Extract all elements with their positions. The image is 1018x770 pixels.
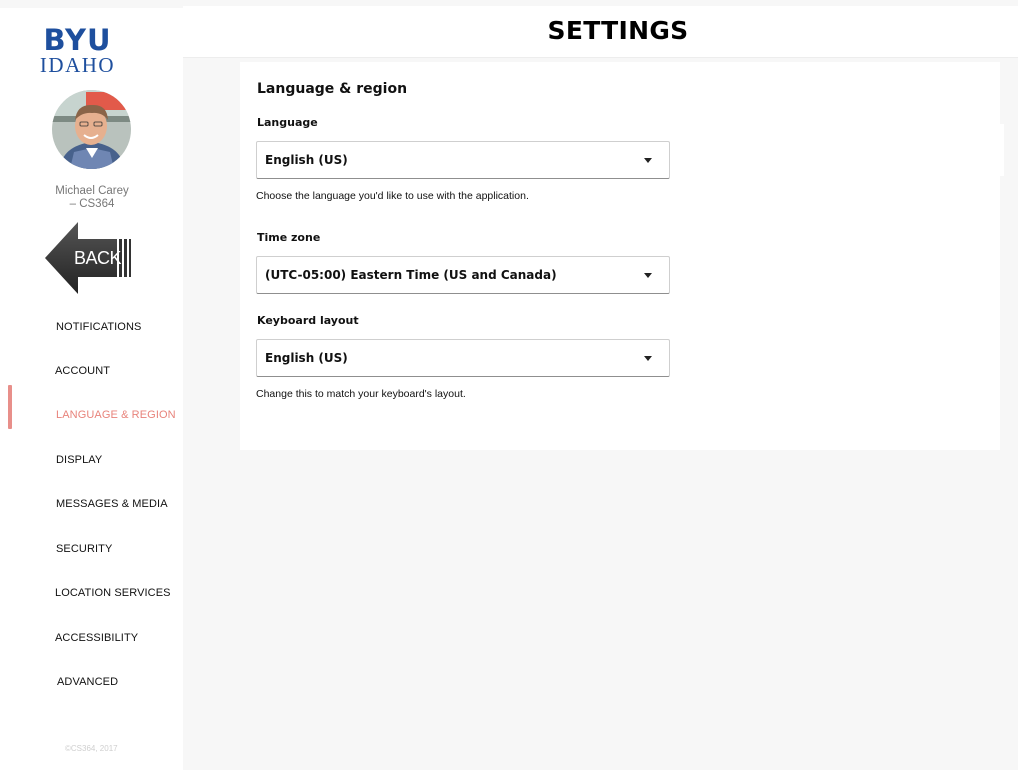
sidebar-item-security[interactable]: SECURITY [56, 543, 112, 555]
sidebar: BYU IDAHO Michael Carey – CS364 BACK ©CS… [0, 8, 183, 770]
chevron-down-icon [644, 158, 652, 163]
footer-copyright: ©CS364, 2017 [65, 744, 118, 753]
avatar [52, 90, 131, 169]
back-button[interactable]: BACK [45, 222, 131, 294]
byu-idaho-logo: BYU IDAHO [0, 23, 183, 77]
keyboard-layout-help-text: Change this to match your keyboard's lay… [256, 388, 466, 400]
active-nav-indicator [8, 385, 12, 429]
user-course-line: – CS364 [69, 198, 115, 210]
sidebar-item-notifications[interactable]: NOTIFICATIONS [56, 321, 141, 333]
logo-line-idaho: IDAHO [39, 53, 116, 77]
back-label: BACK [74, 248, 122, 268]
sidebar-item-messages-media[interactable]: MESSAGES & MEDIA [56, 498, 168, 510]
timezone-label: Time zone [257, 231, 321, 244]
header: SETTINGS [183, 6, 1018, 58]
language-select-value: English (US) [265, 153, 348, 167]
card-edge [1000, 124, 1004, 176]
language-select[interactable]: English (US) [256, 141, 670, 179]
sidebar-item-language-region[interactable]: LANGUAGE & REGION [56, 409, 176, 421]
timezone-select[interactable]: (UTC-05:00) Eastern Time (US and Canada) [256, 256, 670, 294]
sidebar-item-location-services[interactable]: LOCATION SERVICES [55, 587, 171, 599]
user-name: Michael Carey – CS364 [40, 185, 144, 211]
chevron-down-icon [644, 273, 652, 278]
sidebar-item-account[interactable]: ACCOUNT [55, 365, 110, 377]
language-help-text: Choose the language you'd like to use wi… [256, 190, 529, 202]
user-name-line: Michael Carey [55, 185, 129, 197]
avatar-photo-icon [52, 90, 131, 169]
sidebar-item-accessibility[interactable]: ACCESSIBILITY [55, 632, 138, 644]
page-title: SETTINGS [547, 16, 689, 45]
keyboard-layout-label: Keyboard layout [257, 314, 359, 327]
keyboard-layout-select-value: English (US) [265, 351, 348, 365]
chevron-down-icon [644, 356, 652, 361]
language-label: Language [257, 116, 318, 129]
keyboard-layout-select[interactable]: English (US) [256, 339, 670, 377]
logo-line-byu: BYU [43, 23, 112, 57]
sidebar-item-advanced[interactable]: ADVANCED [57, 676, 118, 688]
section-title: Language & region [257, 81, 408, 97]
timezone-select-value: (UTC-05:00) Eastern Time (US and Canada) [265, 268, 557, 282]
sidebar-item-display[interactable]: DISPLAY [56, 454, 102, 466]
